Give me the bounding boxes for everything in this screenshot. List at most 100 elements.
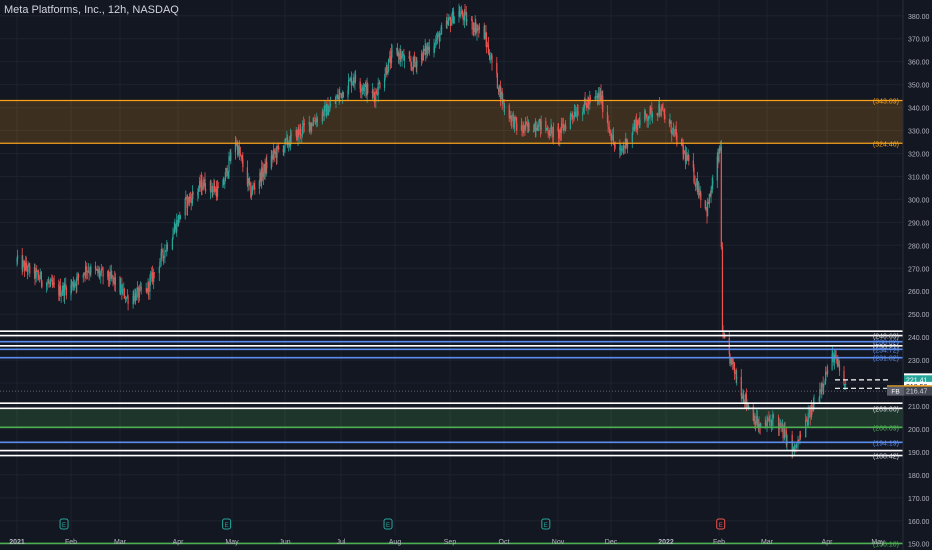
candle-body — [46, 283, 48, 285]
candle-body — [329, 103, 331, 107]
candle-body — [696, 178, 698, 192]
candle-body — [140, 286, 142, 291]
price-tick-label: 160.00 — [908, 519, 930, 526]
candle-body — [386, 67, 388, 74]
candle-body — [634, 123, 636, 129]
candle-body — [349, 77, 351, 80]
candle-body — [765, 424, 767, 426]
candle-body — [805, 419, 807, 421]
price-tick-label: 240.00 — [908, 335, 930, 342]
candle-body — [498, 85, 500, 92]
candle-body — [90, 265, 92, 274]
level-label: (200.69) — [873, 425, 899, 432]
candle-body — [354, 74, 357, 82]
candle-body — [784, 429, 786, 432]
candle-body — [741, 395, 743, 399]
candle-body — [516, 123, 518, 130]
price-tick-label: 280.00 — [908, 243, 930, 250]
candle-body — [819, 389, 821, 398]
candle-body — [586, 104, 588, 108]
candle-body — [748, 406, 750, 408]
candle-body — [78, 274, 80, 278]
candle-body — [34, 267, 36, 279]
candle-body — [74, 283, 76, 286]
candle-body — [127, 296, 129, 305]
level-label: (209.06) — [873, 406, 899, 413]
candle-body — [448, 17, 450, 21]
time-tick-label: Feb — [713, 539, 725, 546]
candle-body — [602, 95, 604, 112]
candle-body — [100, 268, 102, 274]
candle-body — [504, 105, 506, 108]
price-tick-label: 230.00 — [908, 358, 930, 365]
candle-body — [133, 296, 135, 301]
candle-body — [552, 126, 554, 138]
candle-body — [484, 32, 486, 39]
candle-body — [158, 267, 160, 274]
candle-body — [809, 408, 811, 418]
price-tick-label: 250.00 — [908, 312, 930, 319]
candle-body — [805, 419, 807, 438]
candle-body — [88, 271, 90, 273]
candle-body — [121, 289, 124, 294]
candle-body — [478, 26, 480, 30]
candle-body — [259, 172, 261, 181]
candle-body — [17, 255, 19, 260]
candle-body — [161, 249, 163, 253]
candle-body — [646, 117, 648, 121]
candle-body — [238, 146, 241, 154]
price-tick-label: 180.00 — [908, 473, 930, 480]
candle-body — [288, 143, 290, 147]
candle-body — [573, 111, 576, 117]
candle-body — [214, 186, 216, 192]
time-tick-label: Nov — [552, 539, 565, 546]
candle-body — [823, 384, 825, 388]
candle-body — [41, 282, 43, 287]
candle-body — [609, 129, 611, 134]
price-tick-label: 300.00 — [908, 197, 930, 204]
candle-body — [242, 159, 244, 168]
candle-body — [283, 147, 285, 152]
candle-body — [64, 284, 66, 297]
candle-body — [185, 196, 187, 199]
candle-body — [114, 276, 116, 285]
candle-body — [226, 168, 228, 176]
candle-body — [22, 261, 24, 270]
candle-body — [489, 59, 491, 61]
candle-body — [71, 284, 73, 286]
candle-body — [446, 20, 448, 25]
candle-body — [50, 279, 52, 283]
candle-body — [600, 91, 602, 104]
candle-body — [396, 48, 398, 57]
candle-body — [190, 198, 192, 204]
candle-body — [768, 419, 771, 422]
candle-body — [608, 126, 610, 130]
candle-body — [176, 220, 178, 232]
candle-body — [120, 284, 122, 294]
candle-body — [473, 27, 475, 32]
candle-body — [164, 251, 167, 253]
candle-body — [598, 93, 600, 100]
candle-body — [510, 115, 513, 122]
time-tick-label: 2022 — [658, 539, 674, 546]
candle-body — [360, 88, 362, 91]
candle-body — [821, 383, 823, 392]
candle-body — [533, 124, 535, 132]
candle-body — [264, 164, 266, 174]
time-tick-label: May — [225, 539, 239, 546]
candle-body — [688, 155, 690, 161]
candle-body — [342, 91, 344, 98]
candle-body — [174, 224, 176, 230]
candle-body — [434, 45, 436, 47]
price-tick-label: 210.00 — [908, 404, 930, 411]
candle-body — [705, 207, 707, 209]
candle-body — [528, 122, 530, 132]
time-tick-label: Mar — [114, 539, 127, 546]
candle-body — [27, 264, 29, 272]
candlestick-chart[interactable]: (343.09)(324.46)(240.69)(238.02)(236.21)… — [0, 0, 932, 550]
candle-body — [619, 148, 622, 151]
candle-body — [712, 180, 714, 185]
candle-body — [136, 287, 139, 291]
candle-body — [379, 83, 381, 89]
candle-body — [107, 270, 109, 280]
